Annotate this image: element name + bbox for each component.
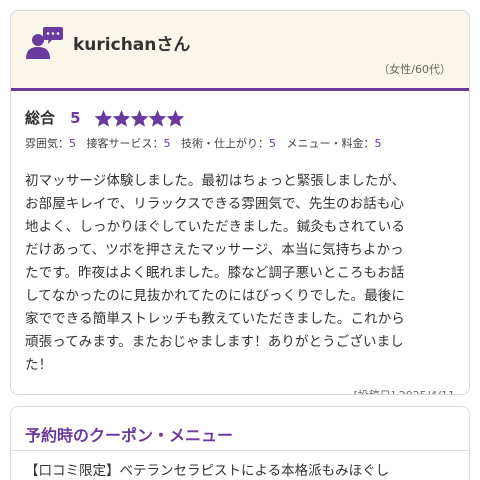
star-icon [148, 109, 166, 127]
reviewer-header: kurichanさん （女性/60代） [11, 11, 469, 91]
review-line: 地よく、しっかりほぐしていただきました。鍼灸もされている [25, 219, 405, 235]
subscore-label: メニュー・料金： [286, 137, 375, 150]
star-icon [130, 109, 148, 127]
review-line: だけあって、ツボを押さえたマッサージ、本当に気持ちよかっ [25, 242, 404, 258]
subscore-value: 5 [374, 137, 382, 150]
subscore-label: 技術・仕上がり： [181, 137, 269, 150]
review-line: 頑張ってみます。またおじゃまします！ありがとうございまし [25, 334, 404, 350]
overall-rating: 総合 5 [25, 107, 184, 133]
review-card: kurichanさん （女性/60代） 総合 5 雰囲気：5 接客サービス：5 … [10, 10, 470, 395]
subscore-atmosphere: 雰囲気：5 [25, 137, 76, 150]
coupon-card: 予約時のクーポン・メニュー 【口コミ限定】ベテランセラピストによる本格派もみほぐ… [10, 406, 470, 480]
coupon-title: 予約時のクーポン・メニュー [25, 426, 234, 445]
subscore-label: 接客サービス： [86, 137, 164, 150]
post-date: [投稿日] 2025/4/11 [354, 387, 455, 394]
review-line: たです。昨夜はよく眠れました。膝など調子悪いところもお話 [25, 265, 405, 281]
review-line: た！ [25, 357, 53, 373]
star-icon [94, 109, 112, 127]
subscore-menu-price: メニュー・料金：5 [287, 137, 382, 150]
subscore-label: 雰囲気： [25, 137, 69, 150]
subscore-technique: 技術・仕上がり：5 [181, 137, 276, 150]
divider [11, 450, 469, 451]
star-icon [166, 109, 184, 127]
star-icon [112, 109, 130, 127]
review-line: お部屋キレイで、リラックスできる雰囲気で、先生のお話も心 [25, 196, 405, 212]
subscore-value: 5 [269, 137, 276, 150]
overall-label: 総合 [25, 109, 56, 127]
review-line: 家でできる簡単ストレッチも教えていただきました。これから [25, 311, 405, 327]
subscore-service: 接客サービス：5 [87, 137, 171, 150]
review-line: 初マッサージ体験しました。最初はちょっと緊張しましたが、 [25, 173, 406, 189]
reviewer-name[interactable]: kurichanさん [73, 30, 190, 55]
reviewer-demographic: （女性/60代） [378, 63, 451, 76]
coupon-menu-link[interactable]: 【口コミ限定】ベテランセラピストによる本格派もみほぐし [25, 459, 389, 479]
subscore-value: 5 [163, 137, 171, 150]
sub-ratings: 雰囲気：5 接客サービス：5 技術・仕上がり：5 メニュー・料金：5 [25, 135, 389, 151]
overall-score: 5 [70, 108, 81, 127]
user-chat-icon [26, 27, 63, 59]
subscore-value: 5 [69, 137, 76, 150]
star-rating [94, 108, 184, 128]
review-line: してなかったのに見抜かれてたのにはびっくりでした。最後に [25, 288, 405, 304]
review-text: 初マッサージ体験しました。最初はちょっと緊張しましたが、 お部屋キレイで、リラッ… [25, 170, 465, 377]
